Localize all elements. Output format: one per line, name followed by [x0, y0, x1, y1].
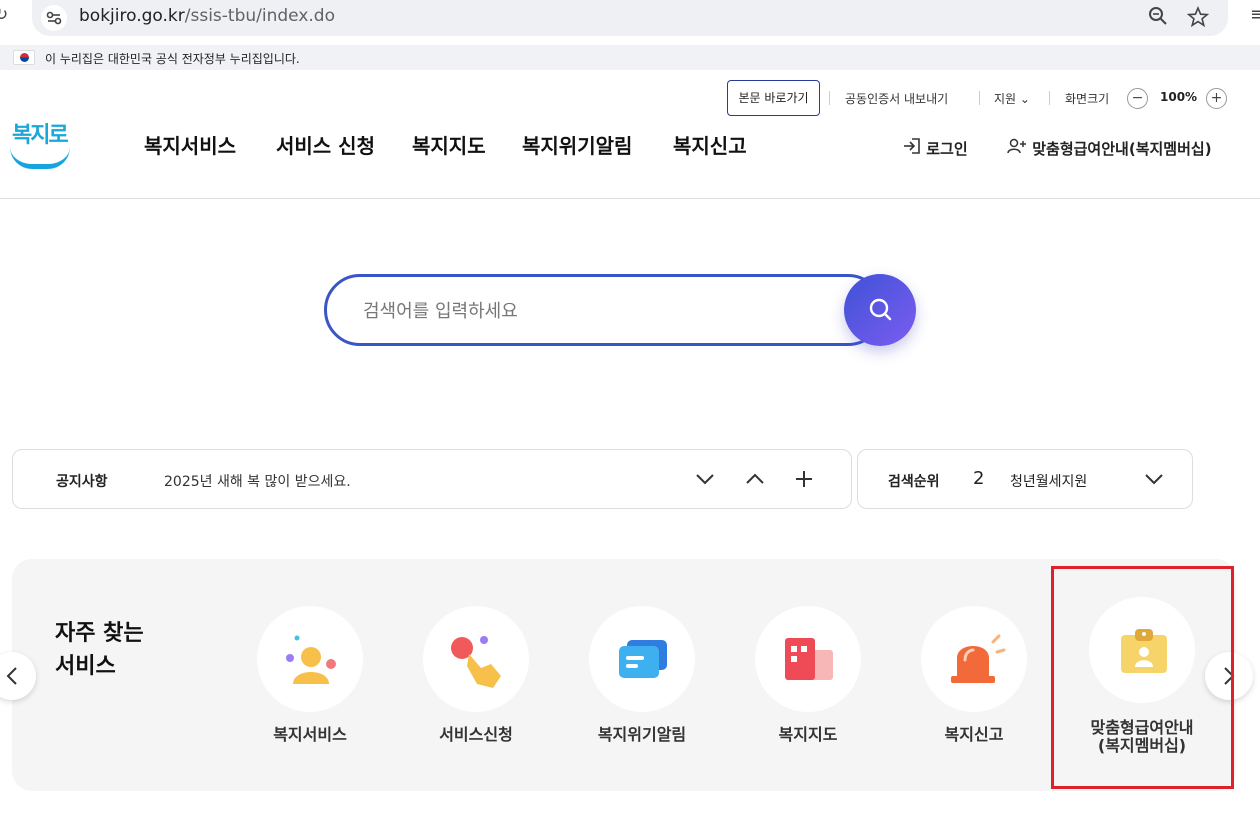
login-icon	[904, 138, 920, 154]
chevron-down-icon: ⌄	[1019, 92, 1030, 106]
notice-bar: 공지사항 2025년 새해 복 많이 받으세요.	[12, 449, 852, 509]
address-bar[interactable]: bokjiro.go.kr/ssis-tbu/index.do	[32, 0, 1228, 36]
highlight-box	[1051, 566, 1234, 789]
gov-official-banner: 이 누리집은 대한민국 공식 전자정부 누리집입니다.	[0, 45, 1260, 70]
nav-welfare-report[interactable]: 복지신고	[673, 130, 747, 159]
service-label: 복지위기알림	[597, 725, 687, 744]
notice-item-link[interactable]: 2025년 새해 복 많이 받으세요.	[164, 471, 351, 491]
service-label: 서비스신청	[439, 725, 513, 744]
rank-keyword-link[interactable]: 청년월세지원	[1010, 471, 1086, 491]
browser-menu-icon[interactable]: ≡	[1250, 4, 1260, 25]
rank-expand-button[interactable]	[1140, 465, 1168, 493]
browser-toolbar: ↻ bokjiro.go.kr/ssis-tbu/index.do ≡	[0, 0, 1260, 45]
chevron-down-icon	[696, 474, 714, 485]
plus-icon	[796, 471, 812, 487]
notice-title: 공지사항	[56, 474, 108, 490]
nav-welfare-map[interactable]: 복지지도	[412, 130, 486, 159]
next-notice-button[interactable]	[691, 465, 719, 493]
hand-tap-icon	[423, 606, 529, 712]
login-link[interactable]: 로그인	[903, 138, 968, 159]
support-dropdown[interactable]: 지원 ⌄	[994, 90, 1030, 107]
message-icon	[589, 606, 695, 712]
logo-smile-mark	[10, 147, 70, 169]
rank-title: 검색순위	[888, 474, 940, 490]
service-card-welfare-report[interactable]: 복지신고	[908, 606, 1038, 756]
service-card-welfare-map[interactable]: 복지지도	[742, 606, 872, 756]
nav-welfare-service[interactable]: 복지서비스	[144, 130, 236, 159]
divider	[979, 91, 980, 105]
membership-link[interactable]: 맞춤형급여안내(복지멤버십)	[1007, 138, 1212, 159]
prev-notice-button[interactable]	[741, 465, 769, 493]
frequent-services-heading: 자주 찾는 서비스	[55, 617, 144, 683]
membership-label: 맞춤형급여안내(복지멤버십)	[1032, 140, 1212, 158]
url-path: /ssis-tbu/index.do	[184, 6, 335, 26]
rank-number: 2	[973, 468, 985, 489]
add-user-icon	[1007, 138, 1026, 154]
login-label: 로그인	[926, 140, 968, 158]
service-label: 복지지도	[778, 725, 838, 744]
zoom-icon[interactable]	[1148, 6, 1168, 31]
bokjiro-logo[interactable]: 복지로	[10, 117, 72, 172]
chevron-up-icon	[746, 473, 764, 484]
site-info-icon[interactable]	[41, 5, 67, 31]
nav-crisis-alert[interactable]: 복지위기알림	[522, 130, 632, 159]
service-card-crisis-alert[interactable]: 복지위기알림	[576, 606, 706, 756]
chevron-left-icon	[6, 667, 17, 685]
url-domain: bokjiro.go.kr	[79, 6, 185, 26]
search-icon	[869, 298, 892, 321]
search-rank-bar: 검색순위 2 청년월세지원	[857, 449, 1193, 509]
carousel-prev-button[interactable]	[0, 652, 36, 700]
zoom-label: 화면크기	[1065, 92, 1110, 106]
person-icon	[257, 606, 363, 712]
zoom-out-button[interactable]: −	[1127, 88, 1148, 109]
search-box	[324, 274, 884, 346]
url-text[interactable]: bokjiro.go.kr/ssis-tbu/index.do	[79, 6, 335, 26]
header-divider	[0, 198, 1260, 199]
korea-flag-icon	[13, 50, 35, 65]
logo-text: 복지로	[12, 122, 69, 148]
cert-export-link[interactable]: 공동인증서 내보내기	[845, 90, 948, 107]
service-card-welfare[interactable]: 복지서비스	[244, 606, 374, 756]
search-input[interactable]	[363, 297, 833, 325]
more-notice-button[interactable]	[790, 465, 818, 493]
service-card-apply[interactable]: 서비스신청	[410, 606, 540, 756]
heading-line-2: 서비스	[55, 654, 116, 679]
zoom-in-button[interactable]: +	[1206, 88, 1227, 109]
heading-line-1: 자주 찾는	[55, 621, 144, 646]
service-label: 복지신고	[944, 725, 1004, 744]
divider	[829, 91, 830, 105]
gov-banner-text: 이 누리집은 대한민국 공식 전자정부 누리집입니다.	[45, 52, 300, 66]
zoom-value: 100%	[1160, 90, 1198, 104]
chevron-down-icon	[1145, 474, 1163, 485]
support-label: 지원	[994, 92, 1017, 106]
utility-bar: 본문 바로가기 공동인증서 내보내기 지원 ⌄ 화면크기 − 100% +	[0, 80, 1260, 116]
service-label: 복지서비스	[273, 725, 347, 744]
reload-icon[interactable]: ↻	[0, 5, 8, 25]
skip-to-content-button[interactable]: 본문 바로가기	[727, 80, 820, 116]
search-button[interactable]	[844, 274, 916, 346]
nav-service-apply[interactable]: 서비스 신청	[276, 130, 375, 159]
siren-icon	[921, 606, 1027, 712]
bookmark-star-icon[interactable]	[1186, 5, 1210, 33]
divider	[1049, 91, 1050, 105]
map-building-icon	[755, 606, 861, 712]
